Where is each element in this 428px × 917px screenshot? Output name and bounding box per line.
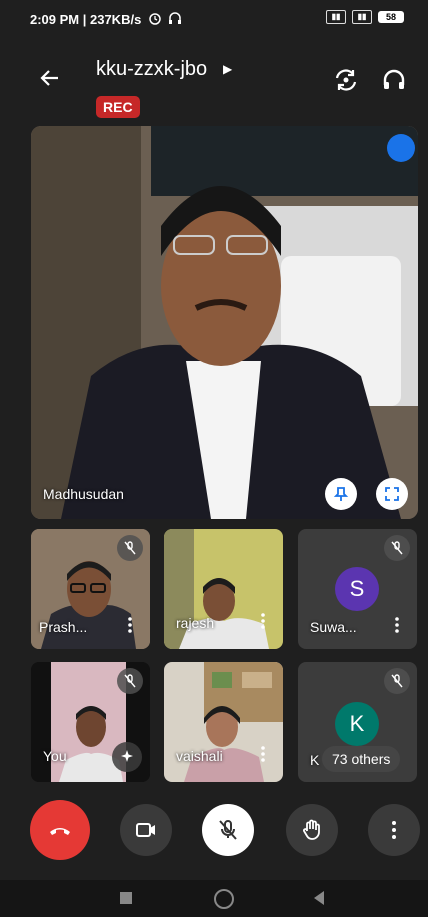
alarm-icon [148, 11, 162, 28]
mic-off-icon [219, 820, 237, 840]
sim2-signal-icon: ▮▮ [352, 10, 372, 24]
participant-video [164, 529, 283, 649]
more-options-icon[interactable] [253, 611, 273, 631]
more-options-icon[interactable] [120, 615, 140, 635]
status-right-icons: ▮▮ ▮▮ 58 [326, 10, 404, 24]
fullscreen-icon[interactable] [376, 478, 408, 510]
system-nav-bar [0, 880, 428, 917]
video-camera-icon [136, 823, 155, 837]
audio-output-icon[interactable] [380, 66, 408, 94]
participant-tile-others[interactable]: K K 73 others [298, 662, 417, 782]
avatar: S [335, 567, 379, 611]
avatar: K [335, 702, 379, 746]
mic-toggle-button[interactable] [202, 804, 254, 856]
participant-name: Prash... [39, 619, 88, 635]
battery-icon: 58 [378, 11, 404, 23]
switch-camera-icon[interactable] [332, 66, 360, 94]
participant-name: vaishali [176, 748, 223, 764]
participant-tile[interactable]: S Suwa... [298, 529, 417, 649]
status-time: 2:09 PM | 237KB/s [30, 12, 142, 27]
rec-badge: REC [96, 96, 140, 118]
others-count-badge[interactable]: 73 others [322, 746, 401, 772]
more-options-icon[interactable] [253, 744, 273, 764]
camera-toggle-button[interactable] [120, 804, 172, 856]
participant-tile[interactable]: Prash... [31, 529, 150, 649]
participant-name: rajesh [176, 615, 215, 631]
meeting-code-title[interactable]: kku-zzxk-jbo [96, 58, 207, 81]
home-nav-icon[interactable] [214, 889, 234, 909]
more-vertical-icon [392, 821, 396, 839]
effects-sparkle-icon[interactable] [112, 742, 142, 772]
main-tile-name: Madhusudan [43, 486, 124, 502]
end-call-icon [50, 828, 70, 835]
back-nav-icon[interactable] [312, 890, 326, 911]
meeting-details-arrow-icon[interactable]: ▶ [223, 62, 232, 76]
status-bar: 2:09 PM | 237KB/s ▮▮ ▮▮ 58 [0, 0, 428, 40]
participant-name: K [310, 752, 320, 768]
participant-tile[interactable]: vaishali [164, 662, 283, 782]
participant-tile-self[interactable]: You [31, 662, 150, 782]
end-call-button[interactable] [30, 800, 90, 860]
sim1-signal-icon: ▮▮ [326, 10, 346, 24]
participant-video [164, 662, 283, 782]
mic-off-icon [117, 668, 143, 694]
back-arrow-icon[interactable] [38, 66, 62, 90]
headphone-status-icon [168, 11, 182, 28]
participant-name: Suwa... [310, 619, 357, 635]
more-options-icon[interactable] [387, 615, 407, 635]
main-video-tile[interactable]: Madhusudan [31, 126, 418, 519]
participant-tile[interactable]: rajesh [164, 529, 283, 649]
recents-nav-icon[interactable] [120, 892, 132, 904]
mic-off-icon [117, 535, 143, 561]
participant-name: You [43, 748, 67, 764]
raise-hand-button[interactable] [286, 804, 338, 856]
more-options-button[interactable] [368, 804, 420, 856]
main-video-image [31, 126, 418, 519]
raise-hand-icon [303, 819, 320, 840]
mic-off-icon [384, 535, 410, 561]
mic-off-icon [384, 668, 410, 694]
pin-icon[interactable] [325, 478, 357, 510]
